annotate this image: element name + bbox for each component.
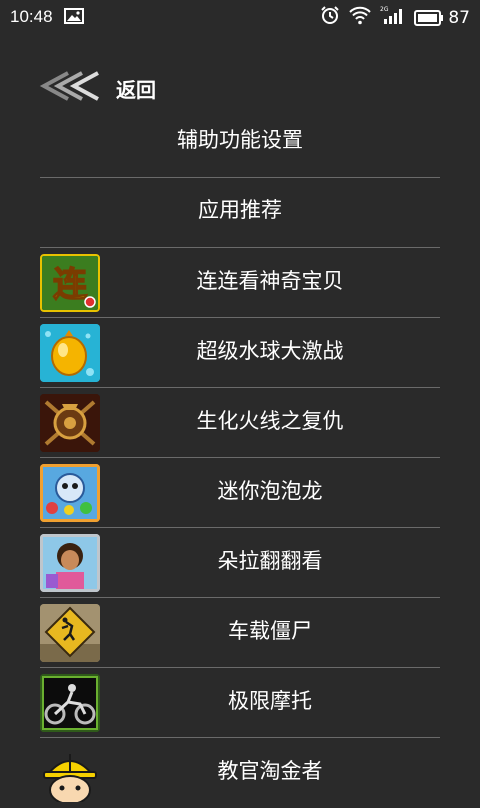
svg-text:2G: 2G [380, 6, 389, 13]
app-row[interactable]: 连 连连看神奇宝贝 [40, 248, 440, 318]
section-title: 应用推荐 [198, 198, 282, 222]
app-name: 迷你泡泡龙 [217, 479, 323, 503]
app-row[interactable]: 极限摩托 [40, 668, 440, 738]
gold-miner-icon [40, 744, 100, 802]
water-balloon-icon [40, 324, 100, 382]
app-name: 教官淘金者 [217, 759, 323, 783]
app-name: 生化火线之复仇 [196, 409, 344, 433]
app-row[interactable]: 生化火线之复仇 [40, 388, 440, 458]
status-time: 10:48 [10, 7, 53, 26]
app-row[interactable]: 车载僵尸 [40, 598, 440, 668]
app-row[interactable]: 教官淘金者 [40, 738, 440, 808]
app-name: 连连看神奇宝贝 [196, 269, 344, 293]
status-bar: 10:48 2G 87 [0, 0, 480, 32]
accessibility-settings-item[interactable]: 辅助功能设置 [40, 120, 440, 160]
triple-chevron-left-icon [38, 69, 104, 107]
dora-icon [40, 534, 100, 592]
app-row[interactable]: 超级水球大激战 [40, 318, 440, 388]
wifi-icon [348, 5, 372, 30]
battery-level: 87 [448, 7, 470, 28]
pokemon-link-icon: 连 [40, 254, 100, 312]
zombie-road-sign-icon [40, 604, 100, 662]
battery-icon [414, 9, 444, 26]
biohazard-emblem-icon [40, 394, 100, 452]
motorbike-icon [40, 674, 100, 732]
image-notification-icon [64, 8, 84, 29]
app-name: 超级水球大激战 [196, 339, 344, 363]
app-row[interactable]: 迷你泡泡龙 [40, 458, 440, 528]
divider [40, 177, 440, 178]
app-list: 连 连连看神奇宝贝 超级水球大激战 生化火线之复仇 迷你泡泡龙 朵拉翻翻看 车载… [40, 248, 440, 808]
signal-icon: 2G [380, 5, 406, 30]
battery-status: 87 [414, 8, 470, 28]
app-row[interactable]: 朵拉翻翻看 [40, 528, 440, 598]
app-name: 车载僵尸 [228, 619, 312, 643]
svg-text:连: 连 [53, 265, 88, 305]
bubble-dragon-icon [40, 464, 100, 522]
app-name: 朵拉翻翻看 [217, 549, 323, 573]
app-name: 极限摩托 [228, 689, 312, 713]
alarm-icon [320, 5, 340, 30]
back-label: 返回 [116, 77, 156, 102]
back-button[interactable]: 返回 [38, 70, 156, 106]
